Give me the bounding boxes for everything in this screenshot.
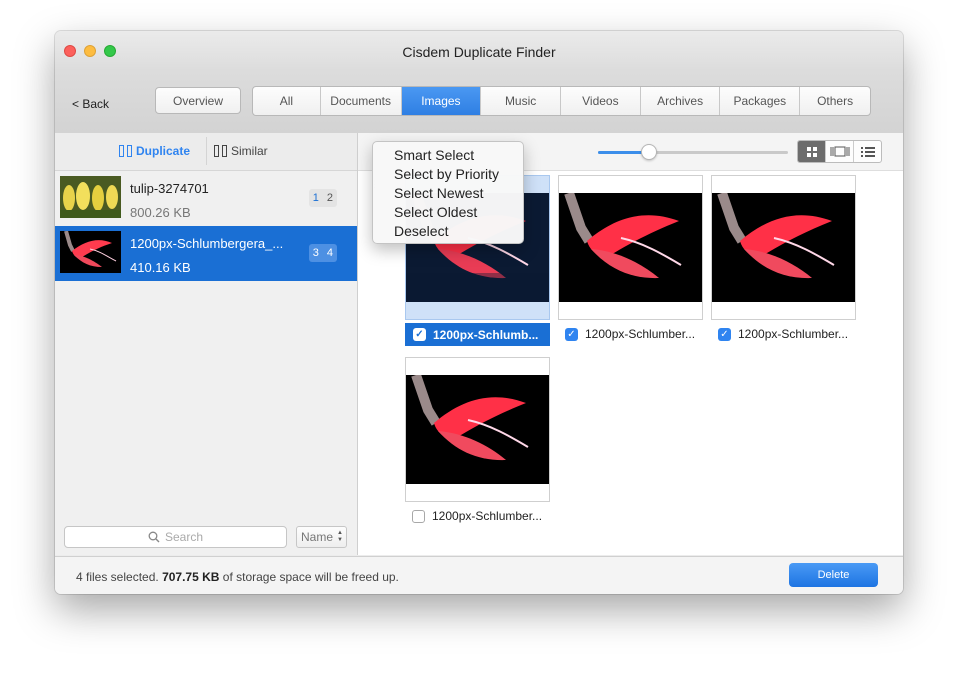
app-window: Cisdem Duplicate Finder < Back Overview … [55, 31, 903, 594]
sort-label: Name [301, 530, 334, 544]
file-thumbnail-image [406, 375, 549, 484]
selected-count: 1 [312, 192, 319, 204]
status-count: 4 files selected. [76, 570, 159, 584]
file-checkbox[interactable] [412, 509, 425, 523]
checkmark-icon: ✓ [415, 329, 424, 340]
tab-similar[interactable]: Similar [214, 144, 268, 158]
file-thumbnail-image [559, 193, 702, 302]
group-name: 1200px-Schlumbergera_... [130, 236, 284, 251]
mode-tab-divider [206, 137, 207, 165]
grid-view-icon [806, 146, 817, 157]
group-count-badge: 3 4 [308, 244, 337, 262]
search-field[interactable]: Search [64, 526, 287, 548]
similar-mode-icon [214, 144, 228, 158]
tab-packages[interactable]: Packages [720, 87, 801, 115]
sidebar: Duplicate Similar tulip-3274701 800.26 K… [55, 133, 358, 555]
back-button[interactable]: < Back [72, 97, 109, 111]
file-checkbox[interactable]: ✓ [718, 327, 731, 341]
group-row-tulip[interactable]: tulip-3274701 800.26 KB 1 2 [55, 171, 357, 226]
sort-arrows-icon: ▲ ▼ [337, 530, 343, 543]
tab-images[interactable]: Images [401, 87, 482, 115]
list-view-button[interactable] [854, 141, 881, 162]
grid-view-button[interactable] [798, 141, 826, 162]
mode-tabs: Duplicate Similar [55, 133, 357, 171]
group-count-badge: 1 2 [308, 189, 337, 207]
file-caption[interactable]: ✓ 1200px-Schlumb... [405, 323, 550, 346]
search-icon [148, 531, 160, 543]
group-name: tulip-3274701 [130, 181, 209, 196]
delete-button[interactable]: Delete [789, 563, 878, 587]
menu-item-deselect[interactable]: Deselect [373, 222, 523, 241]
select-dropdown-menu: Smart Select Select by Priority Select N… [372, 141, 524, 244]
file-thumbnail-card[interactable] [558, 175, 703, 320]
group-thumbnail-tulip [60, 176, 121, 218]
slider-knob[interactable] [641, 144, 658, 160]
tab-similar-label: Similar [231, 144, 268, 158]
file-thumbnail-image [712, 193, 855, 302]
thumbnail-size-slider[interactable] [598, 144, 788, 160]
list-view-icon [860, 146, 875, 157]
overview-button[interactable]: Overview [155, 87, 241, 114]
selected-count: 3 [312, 247, 319, 259]
file-caption[interactable]: 1200px-Schlumber... [412, 509, 542, 523]
total-count: 2 [326, 192, 333, 204]
toolbar: < Back Overview All Documents Images Mus… [55, 71, 903, 134]
tab-videos[interactable]: Videos [561, 87, 641, 115]
view-mode-switcher [797, 140, 882, 163]
menu-item-select-by-priority[interactable]: Select by Priority [373, 165, 523, 184]
tab-all[interactable]: All [253, 87, 321, 115]
duplicate-mode-icon [119, 144, 133, 158]
window-title: Cisdem Duplicate Finder [402, 44, 556, 60]
tab-duplicate[interactable]: Duplicate [119, 144, 190, 158]
status-size: 707.75 KB [162, 570, 220, 584]
tab-duplicate-label: Duplicate [136, 144, 191, 158]
status-message: 4 files selected. 707.75 KB of storage s… [76, 570, 399, 584]
group-size: 410.16 KB [130, 260, 191, 275]
filmstrip-view-button[interactable] [826, 141, 854, 162]
file-caption[interactable]: ✓ 1200px-Schlumber... [565, 327, 695, 341]
tab-archives[interactable]: Archives [641, 87, 721, 115]
search-placeholder: Search [164, 530, 204, 544]
tab-music[interactable]: Music [481, 87, 561, 115]
group-row-schlumbergera[interactable]: 1200px-Schlumbergera_... 410.16 KB 3 4 [55, 226, 357, 281]
title-bar: Cisdem Duplicate Finder [55, 31, 903, 71]
file-caption[interactable]: ✓ 1200px-Schlumber... [718, 327, 848, 341]
file-checkbox[interactable]: ✓ [413, 328, 426, 341]
file-thumbnail-card[interactable] [405, 357, 550, 502]
file-checkbox[interactable]: ✓ [565, 327, 578, 341]
checkmark-icon: ✓ [720, 328, 729, 340]
tab-documents[interactable]: Documents [321, 87, 402, 115]
menu-item-select-newest[interactable]: Select Newest [373, 184, 523, 203]
sort-select[interactable]: Name ▲ ▼ [296, 526, 347, 548]
file-thumbnail-card[interactable] [711, 175, 856, 320]
file-name: 1200px-Schlumber... [585, 327, 696, 341]
file-type-tabs: All Documents Images Music Videos Archiv… [252, 86, 871, 116]
tab-others[interactable]: Others [800, 87, 870, 115]
file-name: 1200px-Schlumb... [433, 327, 539, 342]
menu-item-smart-select[interactable]: Smart Select [373, 146, 523, 165]
checkmark-icon: ✓ [567, 328, 576, 340]
file-name: 1200px-Schlumber... [432, 509, 543, 523]
group-thumbnail-schlumbergera [60, 231, 121, 273]
status-bar: 4 files selected. 707.75 KB of storage s… [55, 556, 903, 594]
status-suffix: of storage space will be freed up. [222, 570, 399, 584]
group-size: 800.26 KB [130, 205, 191, 220]
total-count: 4 [326, 247, 333, 259]
filmstrip-view-icon [830, 146, 849, 157]
file-name: 1200px-Schlumber... [738, 327, 849, 341]
menu-item-select-oldest[interactable]: Select Oldest [373, 203, 523, 222]
